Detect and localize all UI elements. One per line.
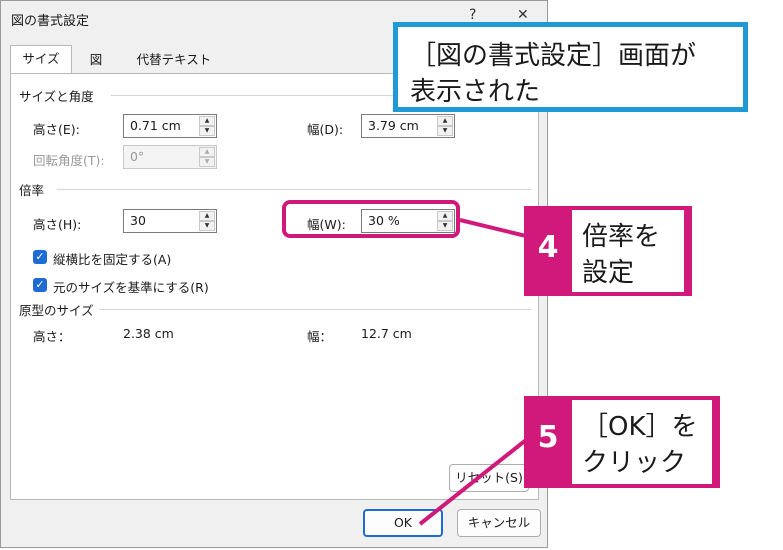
- step4-number: 4: [537, 230, 559, 265]
- step4-line2: 設定: [582, 258, 635, 288]
- step5-number: 5: [537, 420, 559, 455]
- step4-line1: 倍率を: [582, 222, 661, 252]
- step5-line2: クリック: [582, 448, 687, 478]
- step5-leader-line: [418, 438, 528, 526]
- step4-leader-line: [459, 218, 527, 238]
- step5-badge: 5 ［OK］を クリック: [524, 396, 720, 488]
- step5-line1: ［OK］を: [582, 412, 698, 442]
- step4-text-box: 倍率を 設定: [572, 210, 684, 292]
- step5-text-box: ［OK］を クリック: [572, 400, 712, 484]
- step4-badge: 4 倍率を 設定: [524, 206, 692, 296]
